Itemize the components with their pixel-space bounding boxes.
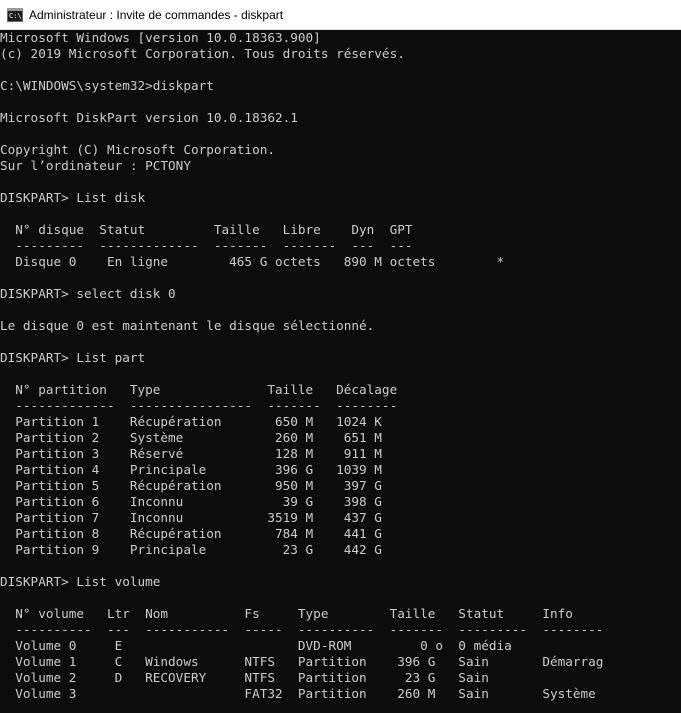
- console-line: Microsoft Windows [version 10.0.18363.90…: [0, 30, 321, 45]
- console-line: DISKPART> List disk: [0, 190, 146, 205]
- console-line: N° volume Ltr Nom Fs Type Taille Statut …: [0, 606, 573, 621]
- console-line: N° disque Statut Taille Libre Dyn GPT: [0, 222, 413, 237]
- console-line: DISKPART> List part: [0, 350, 146, 365]
- console-line: Partition 3 Réservé 128 M 911 M: [0, 446, 382, 461]
- console-line: DISKPART> List volume: [0, 574, 161, 589]
- console-line: --------- ------------- ------- ------- …: [0, 238, 413, 253]
- cmd-icon: C:\: [7, 7, 23, 22]
- console-line: Microsoft DiskPart version 10.0.18362.1: [0, 110, 298, 125]
- console-line: Le disque 0 est maintenant le disque sél…: [0, 318, 375, 333]
- title-bar[interactable]: C:\ Administrateur : Invite de commandes…: [0, 0, 681, 30]
- console-line: Partition 6 Inconnu 39 G 398 G: [0, 494, 382, 509]
- console-line: Partition 1 Récupération 650 M 1024 K: [0, 414, 382, 429]
- console-output[interactable]: Microsoft Windows [version 10.0.18363.90…: [0, 30, 681, 713]
- console-line: Volume 0 E DVD-ROM 0 o 0 média: [0, 638, 512, 653]
- window-title: Administrateur : Invite de commandes - d…: [29, 7, 284, 22]
- console-line: Partition 9 Principale 23 G 442 G: [0, 542, 382, 557]
- console-line: Partition 2 Système 260 M 651 M: [0, 430, 382, 445]
- console-line: Volume 2 D RECOVERY NTFS Partition 23 G …: [0, 670, 489, 685]
- console-line: ---------- --- ----------- ----- -------…: [0, 622, 604, 637]
- console-line: (c) 2019 Microsoft Corporation. Tous dro…: [0, 46, 405, 61]
- console-line: C:\WINDOWS\system32>diskpart: [0, 78, 214, 93]
- console-line: Volume 3 FAT32 Partition 260 M Sain Syst…: [0, 686, 596, 701]
- console-line: ------------- ---------------- ------- -…: [0, 398, 398, 413]
- console-line: N° partition Type Taille Décalage: [0, 382, 398, 397]
- console-line: Volume 1 C Windows NTFS Partition 396 G …: [0, 654, 604, 669]
- console-line: Partition 8 Récupération 784 M 441 G: [0, 526, 382, 541]
- console-line: Disque 0 En ligne 465 G octets 890 M oct…: [0, 254, 505, 269]
- console-line: Partition 7 Inconnu 3519 M 437 G: [0, 510, 382, 525]
- console-line: DISKPART> select disk 0: [0, 286, 176, 301]
- command-prompt-window: C:\ Administrateur : Invite de commandes…: [0, 0, 681, 713]
- console-line: Sur l’ordinateur : PCTONY: [0, 158, 191, 173]
- console-line: Copyright (C) Microsoft Corporation.: [0, 142, 275, 157]
- console-line: Partition 4 Principale 396 G 1039 M: [0, 462, 382, 477]
- console-line: Partition 5 Récupération 950 M 397 G: [0, 478, 382, 493]
